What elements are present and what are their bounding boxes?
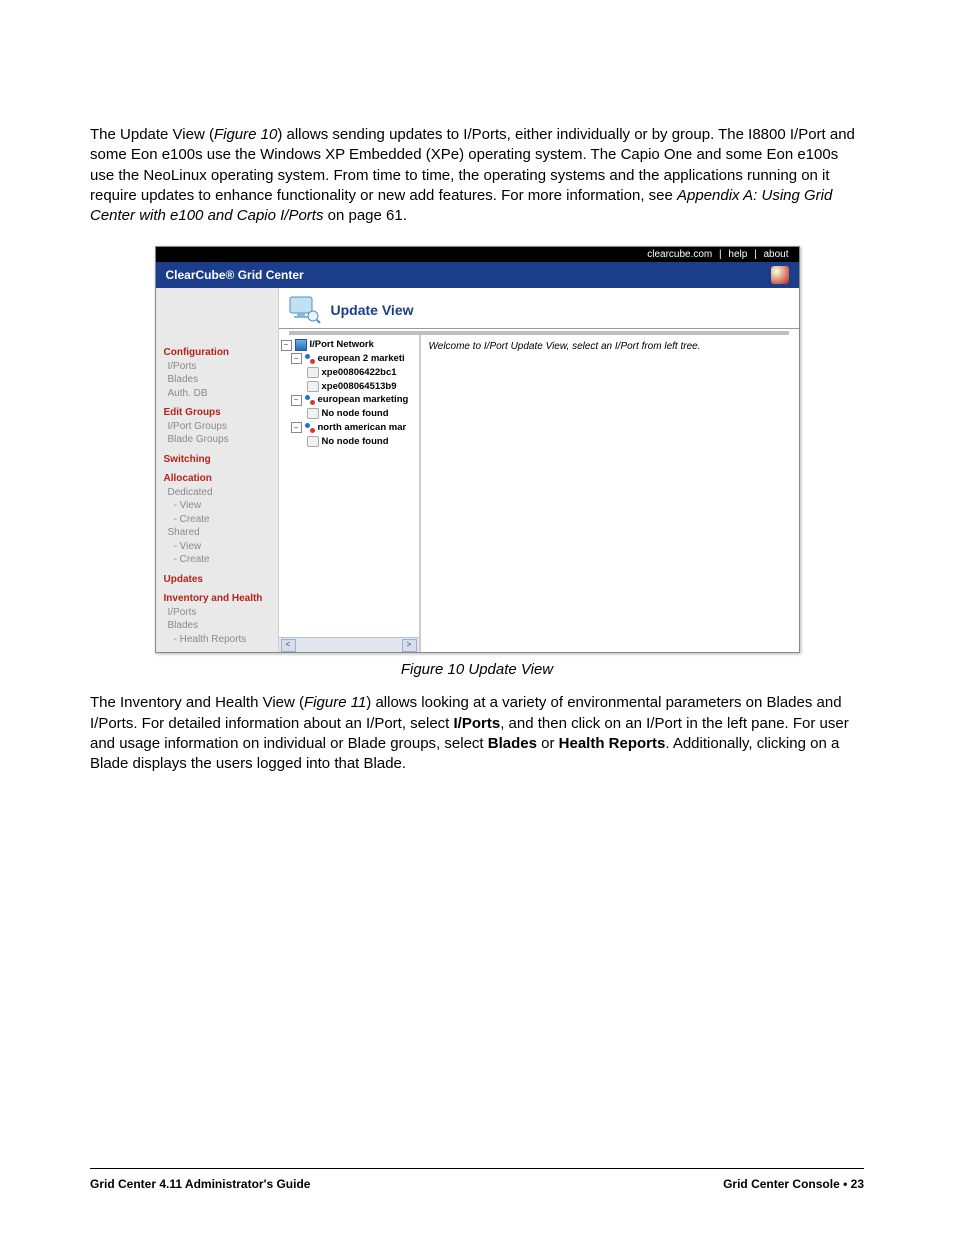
nav-iports[interactable]: I/Ports [168, 360, 274, 374]
node-icon [307, 381, 319, 392]
nav-inv-blades[interactable]: Blades [168, 619, 274, 633]
main-title: Update View [331, 302, 414, 318]
nav-iport-groups[interactable]: I/Port Groups [168, 420, 274, 434]
tree-group-label: european marketing [318, 393, 409, 407]
app-title: ClearCube® Grid Center [166, 268, 304, 282]
text: The Update View ( [90, 126, 214, 143]
app-sidebar: Configuration I/Ports Blades Auth. DB Ed… [156, 288, 279, 652]
app-header-links: clearcube.com | help | about [156, 247, 799, 262]
nav-shared[interactable]: Shared [168, 526, 274, 540]
main-title-row: Update View [279, 288, 799, 329]
collapse-icon[interactable]: − [291, 353, 302, 364]
tree-node-label: xpe008064513b9 [322, 380, 397, 394]
separator: | [749, 249, 761, 260]
nav-edit-groups[interactable]: Edit Groups [164, 406, 274, 420]
app-title-bar: ClearCube® Grid Center [156, 262, 799, 288]
footer-guide-title: Grid Center 4.11 Administrator's Guide [90, 1177, 310, 1191]
collapse-icon[interactable]: − [291, 422, 302, 433]
link-help[interactable]: help [726, 249, 749, 260]
group-icon [305, 423, 315, 433]
tree-group[interactable]: − european marketing [281, 393, 417, 407]
scroll-right-icon[interactable]: > [402, 639, 417, 652]
nav-configuration[interactable]: Configuration [164, 346, 274, 360]
detail-pane: Welcome to I/Port Update View, select an… [421, 335, 799, 652]
figure-ref: Figure 11 [304, 694, 366, 711]
nav-blade-groups[interactable]: Blade Groups [168, 433, 274, 447]
update-view-icon [289, 296, 321, 324]
nav-inv-iports[interactable]: I/Ports [168, 606, 274, 620]
group-icon [305, 354, 315, 364]
collapse-icon[interactable]: − [281, 340, 292, 351]
tree-node-label: No node found [322, 435, 389, 449]
figure-caption: Figure 10 Update View [90, 661, 864, 678]
nav-authdb[interactable]: Auth. DB [168, 387, 274, 401]
nav-dedicated[interactable]: Dedicated [168, 486, 274, 500]
tree-group-label: north american mar [318, 421, 407, 435]
app-main: Update View − I/Port Network [279, 288, 799, 652]
text: The Inventory and Health View ( [90, 694, 304, 711]
bold-health-reports: Health Reports [559, 735, 666, 752]
footer-section: Grid Center Console • 23 [723, 1177, 864, 1191]
nav-updates[interactable]: Updates [164, 573, 274, 587]
link-about[interactable]: about [761, 249, 790, 260]
nav-blades[interactable]: Blades [168, 373, 274, 387]
nav-inventory-health[interactable]: Inventory and Health [164, 592, 274, 606]
bold-iports: I/Ports [454, 715, 501, 732]
collapse-icon[interactable]: − [291, 395, 302, 406]
nav-health-reports[interactable]: - Health Reports [174, 633, 274, 647]
clearcube-logo-icon [771, 266, 789, 284]
tree-root-label: I/Port Network [310, 338, 374, 352]
node-icon [307, 436, 319, 447]
tree-node[interactable]: No node found [281, 407, 417, 421]
tree-group[interactable]: − european 2 marketi [281, 352, 417, 366]
detail-welcome-text: Welcome to I/Port Update View, select an… [429, 341, 701, 352]
text: or [537, 735, 559, 752]
text: on page 61. [323, 207, 406, 224]
tree-root[interactable]: − I/Port Network [281, 338, 417, 352]
tree-node[interactable]: xpe008064513b9 [281, 380, 417, 394]
iport-tree: − I/Port Network − european 2 marketi [279, 335, 421, 652]
tree-node[interactable]: xpe00806422bc1 [281, 366, 417, 380]
footer-section-name: Grid Center Console [723, 1177, 840, 1191]
bold-blades: Blades [488, 735, 537, 752]
separator: | [714, 249, 726, 260]
link-clearcube[interactable]: clearcube.com [645, 249, 714, 260]
intro-paragraph-1: The Update View (Figure 10) allows sendi… [90, 125, 864, 226]
figure-ref: Figure 10 [214, 126, 277, 143]
tree-node-label: xpe00806422bc1 [322, 366, 397, 380]
tree-group-label: european 2 marketi [318, 352, 405, 366]
nav-dedicated-view[interactable]: - View [174, 499, 274, 513]
page-footer: Grid Center 4.11 Administrator's Guide G… [90, 1168, 864, 1191]
nav-switching[interactable]: Switching [164, 453, 274, 467]
tree-node-label: No node found [322, 407, 389, 421]
nav-shared-create[interactable]: - Create [174, 553, 274, 567]
nav-allocation[interactable]: Allocation [164, 472, 274, 486]
intro-paragraph-2: The Inventory and Health View (Figure 11… [90, 693, 864, 774]
tree-group[interactable]: − north american mar [281, 421, 417, 435]
nav-shared-view[interactable]: - View [174, 540, 274, 554]
node-icon [307, 367, 319, 378]
group-icon [305, 395, 315, 405]
tree-horizontal-scrollbar[interactable]: < > [279, 637, 419, 652]
footer-sep: • [840, 1177, 851, 1191]
footer-page-number: 23 [851, 1177, 864, 1191]
tree-node[interactable]: No node found [281, 435, 417, 449]
app-screenshot: clearcube.com | help | about ClearCube® … [155, 246, 800, 653]
nav-dedicated-create[interactable]: - Create [174, 513, 274, 527]
network-icon [295, 339, 307, 351]
scroll-left-icon[interactable]: < [281, 639, 296, 652]
node-icon [307, 408, 319, 419]
